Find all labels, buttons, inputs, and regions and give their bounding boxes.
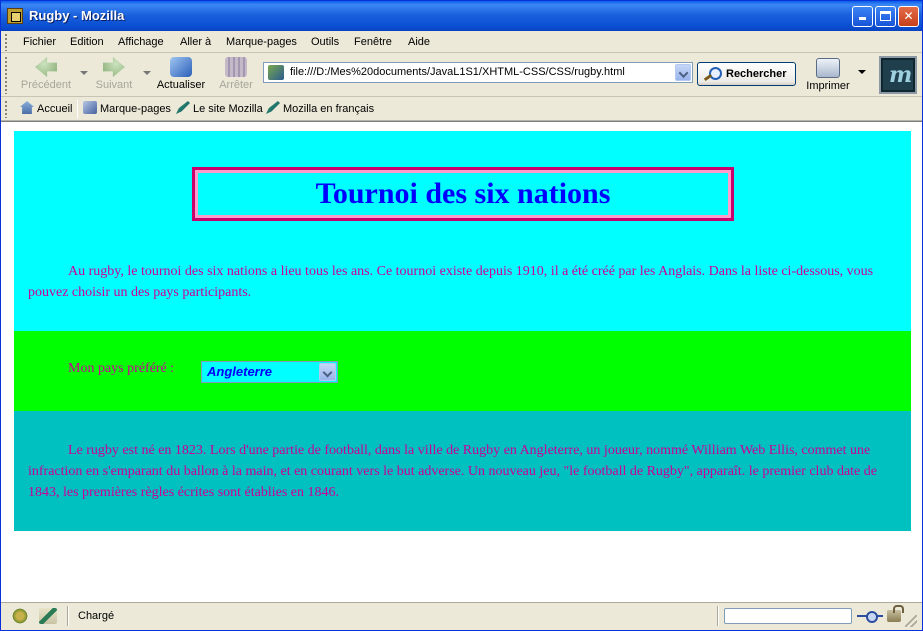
home-icon xyxy=(20,101,34,114)
stop-button-label: Arrêter xyxy=(219,79,253,91)
back-button-label: Précédent xyxy=(20,79,72,91)
forward-arrow-icon xyxy=(103,57,125,77)
status-bar: Chargé xyxy=(1,602,922,630)
menu-edition[interactable]: Edition xyxy=(70,36,104,48)
back-arrow-icon xyxy=(35,57,57,77)
stop-button[interactable]: Arrêter xyxy=(208,55,264,95)
navigation-toolbar: Précédent Suivant Actualiser Arrêter fil… xyxy=(1,53,922,97)
navigator-icon[interactable] xyxy=(11,608,29,624)
print-button-label: Imprimer xyxy=(806,80,850,92)
bookmark-mozilla-en-francais-label: Mozilla en français xyxy=(283,103,375,115)
printer-icon xyxy=(816,58,840,78)
reload-button[interactable]: Actualiser xyxy=(153,55,209,95)
lock-icon[interactable] xyxy=(887,605,904,622)
toolbar-grip[interactable] xyxy=(4,56,9,94)
reload-icon xyxy=(170,57,192,77)
page-title: Tournoi des six nations xyxy=(315,177,611,210)
progress-meter xyxy=(724,608,852,624)
country-select[interactable]: Angleterre xyxy=(201,361,338,383)
maximize-icon xyxy=(880,11,891,21)
online-status-icon[interactable] xyxy=(857,611,883,623)
page-proxy-icon[interactable] xyxy=(268,65,284,80)
stop-icon xyxy=(225,57,247,77)
print-dropdown-icon[interactable] xyxy=(858,70,866,74)
compose-icon[interactable] xyxy=(39,608,57,624)
maximize-button[interactable] xyxy=(875,6,896,27)
menu-marque-pages[interactable]: Marque-pages xyxy=(226,36,297,48)
menu-bar: Fichier Edition Affichage Aller à Marque… xyxy=(1,31,922,53)
bookmark-le-site-mozilla[interactable]: Le site Mozilla xyxy=(176,101,263,115)
bookmark-le-site-mozilla-label: Le site Mozilla xyxy=(193,103,263,115)
chevron-down-icon[interactable] xyxy=(319,363,336,381)
toolbar-grip[interactable] xyxy=(4,33,9,51)
forward-history-dropdown-icon[interactable] xyxy=(143,71,151,75)
country-form-section: Mon pays préféré : Angleterre xyxy=(14,331,911,411)
page-content: Tournoi des six nations Au rugby, le tou… xyxy=(1,121,922,602)
status-text: Chargé xyxy=(78,610,115,622)
page-title-box: Tournoi des six nations xyxy=(192,167,734,221)
search-button[interactable]: Rechercher xyxy=(697,62,796,86)
resize-grip[interactable] xyxy=(905,615,917,627)
bookmark-accueil-label: Accueil xyxy=(37,103,73,115)
back-button[interactable]: Précédent xyxy=(18,55,74,95)
intro-section: Tournoi des six nations Au rugby, le tou… xyxy=(14,131,911,331)
url-bar[interactable]: file:///D:/Mes%20documents/JavaL1S1/XHTM… xyxy=(263,62,693,83)
reload-button-label: Actualiser xyxy=(156,79,206,91)
url-dropdown-button[interactable] xyxy=(675,64,691,81)
menu-fenetre[interactable]: Fenêtre xyxy=(354,36,392,48)
toolbar-grip[interactable] xyxy=(4,100,9,118)
window-title: Rugby - Mozilla xyxy=(29,8,125,23)
close-icon: ✕ xyxy=(903,9,914,23)
url-input[interactable]: file:///D:/Mes%20documents/JavaL1S1/XHTM… xyxy=(290,66,625,78)
status-separator xyxy=(717,606,719,626)
mozilla-logo-icon: m xyxy=(889,62,913,88)
browser-window: Rugby - Mozilla ✕ Fichier Edition Affich… xyxy=(0,0,923,631)
close-button[interactable]: ✕ xyxy=(898,6,919,27)
minimize-button[interactable] xyxy=(852,6,873,27)
mozilla-logo[interactable]: m xyxy=(879,56,917,94)
country-select-label: Mon pays préféré : xyxy=(68,361,175,376)
title-bar[interactable]: Rugby - Mozilla ✕ xyxy=(1,1,922,31)
menu-fichier[interactable]: Fichier xyxy=(23,36,56,48)
bookmark-marque-pages-label: Marque-pages xyxy=(100,103,171,115)
bookmark-mozilla-en-francais[interactable]: Mozilla en français xyxy=(266,101,374,115)
mozilla-link-icon xyxy=(266,101,280,114)
personal-toolbar: Accueil Marque-pages Le site Mozilla Moz… xyxy=(1,97,922,121)
menu-aide[interactable]: Aide xyxy=(408,36,430,48)
history-paragraph: Le rugby est né en 1823. Lors d'une part… xyxy=(28,443,877,500)
menu-affichage[interactable]: Affichage xyxy=(118,36,164,48)
print-button[interactable]: Imprimer xyxy=(801,55,855,95)
bookmark-marque-pages[interactable]: Marque-pages xyxy=(83,101,171,115)
menu-aller-a[interactable]: Aller à xyxy=(180,36,211,48)
status-separator xyxy=(67,606,69,626)
app-icon[interactable] xyxy=(7,8,23,24)
toolbar-separator xyxy=(77,100,78,118)
bookmarks-icon xyxy=(83,101,97,114)
mozilla-link-icon xyxy=(176,101,190,114)
forward-button[interactable]: Suivant xyxy=(86,55,142,95)
minimize-icon xyxy=(859,17,866,20)
menu-outils[interactable]: Outils xyxy=(311,36,339,48)
country-select-value: Angleterre xyxy=(207,364,273,379)
search-button-label: Rechercher xyxy=(726,68,787,80)
search-icon xyxy=(703,67,723,81)
intro-paragraph: Au rugby, le tournoi des six nations a l… xyxy=(28,264,874,300)
bookmark-accueil[interactable]: Accueil xyxy=(20,101,72,115)
forward-button-label: Suivant xyxy=(95,79,133,91)
history-section: Le rugby est né en 1823. Lors d'une part… xyxy=(14,411,911,531)
